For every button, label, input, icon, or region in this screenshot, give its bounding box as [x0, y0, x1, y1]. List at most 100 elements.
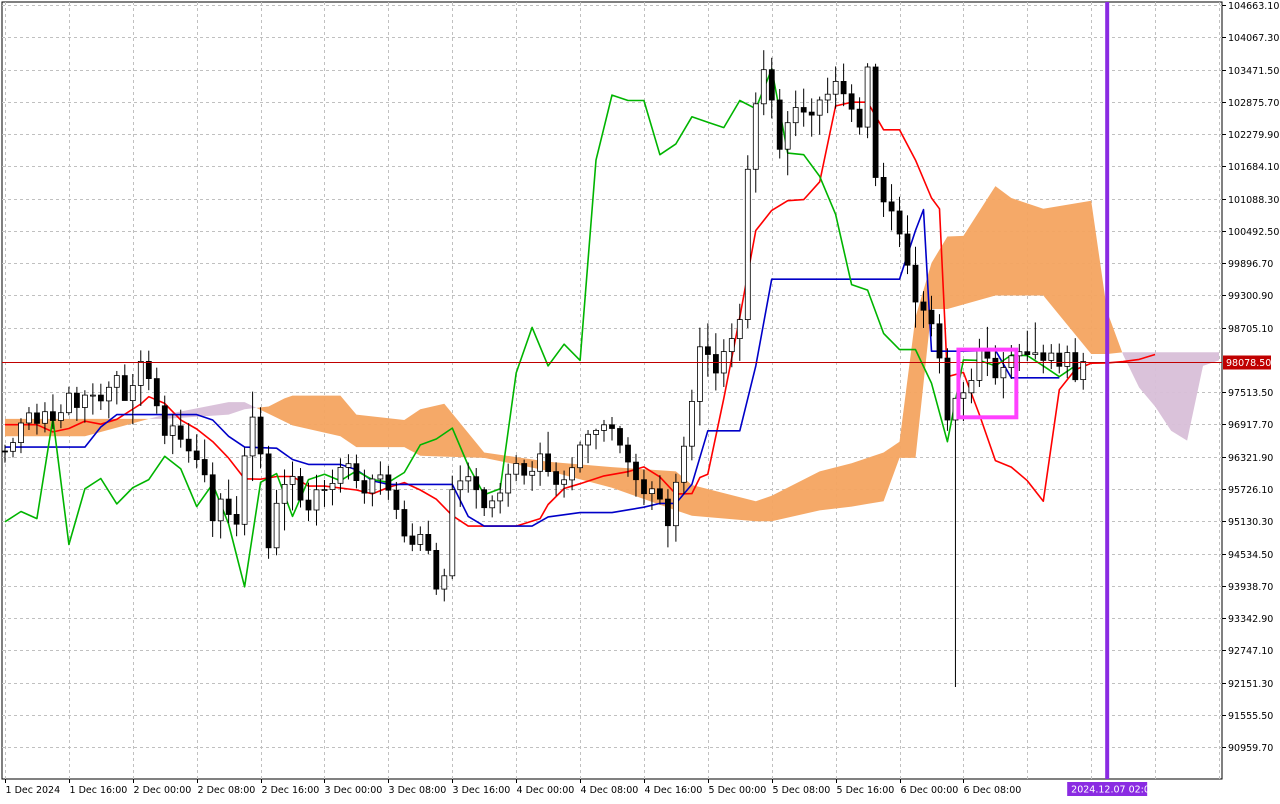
y-tick-label: 95726.10 — [1228, 485, 1273, 496]
candle-body — [976, 350, 983, 381]
candle-body — [305, 499, 312, 511]
x-tick-label: 4 Dec 00:00 — [517, 785, 575, 796]
candle-body — [617, 428, 623, 446]
y-tick-label: 93342.90 — [1228, 614, 1273, 625]
candle-body — [169, 425, 176, 436]
candle-body — [752, 103, 759, 170]
candle-body — [58, 412, 64, 421]
candle-body — [920, 301, 927, 311]
candle-body — [489, 500, 496, 509]
candle-body — [1056, 352, 1063, 367]
y-tick-label: 93938.70 — [1228, 582, 1273, 593]
candle-body — [153, 378, 160, 407]
candle-body — [944, 357, 951, 421]
candle-body — [856, 108, 863, 128]
candle-body — [121, 375, 128, 401]
candle-body — [657, 488, 663, 500]
candle-body — [784, 122, 791, 150]
y-tick-label: 96321.90 — [1228, 453, 1273, 464]
candle-body — [505, 473, 512, 494]
candle-body — [145, 360, 152, 379]
candle-body — [265, 453, 272, 549]
x-tick-label: 5 Dec 16:00 — [837, 785, 895, 796]
candle-body — [18, 422, 24, 444]
candle-body — [1000, 367, 1007, 379]
candle-body — [928, 309, 935, 325]
candle-body — [848, 93, 855, 110]
candle-body — [896, 210, 903, 235]
candle-body — [968, 380, 975, 394]
candle-body — [545, 453, 551, 472]
candle-body — [832, 81, 839, 95]
chart-svg: 98078.50 2024.12.07 02:00 104663.10 104067… — [0, 0, 1280, 800]
candle-body — [625, 444, 631, 463]
candle-body — [760, 69, 767, 105]
y-tick-label: 92151.30 — [1228, 679, 1273, 690]
candle-body — [273, 502, 280, 549]
x-tick-label: 4 Dec 16:00 — [645, 785, 703, 796]
candle-body — [241, 455, 248, 525]
candle-body — [90, 394, 96, 397]
y-tick-label: 104663.10 — [1228, 1, 1279, 12]
x-tick-label: 6 Dec 00:00 — [901, 785, 959, 796]
candle-body — [984, 350, 991, 359]
candle-body — [321, 489, 328, 492]
y-tick-label: 102875.70 — [1228, 98, 1279, 109]
x-tick-label: 2 Dec 08:00 — [198, 785, 256, 796]
candle-body — [385, 474, 392, 491]
candle-body — [42, 411, 48, 424]
candle-body — [66, 392, 72, 414]
candle-body — [713, 354, 719, 374]
x-tick-label: 2 Dec 16:00 — [262, 785, 320, 796]
candle-body — [10, 442, 16, 452]
candle-body — [329, 482, 336, 490]
y-tick-label: 92747.10 — [1228, 646, 1273, 657]
candle-body — [888, 201, 895, 212]
candle-body — [992, 357, 999, 379]
candle-body — [792, 107, 799, 124]
candle-body — [904, 233, 911, 266]
candle-body — [728, 338, 735, 353]
candle-body — [193, 450, 200, 461]
candle-body — [585, 433, 591, 446]
candle-body — [649, 488, 655, 494]
candle-body — [98, 394, 104, 402]
candle-body — [497, 492, 504, 502]
candle-body — [337, 466, 344, 484]
candle-body — [441, 575, 448, 590]
candle-body — [201, 459, 208, 476]
candle-body — [177, 425, 184, 440]
candle-body — [816, 99, 823, 116]
candle-body — [808, 111, 815, 116]
y-tick-label: 101684.10 — [1228, 162, 1279, 173]
candle-body — [665, 498, 671, 527]
candle-body — [561, 479, 567, 485]
x-tick-label: 3 Dec 00:00 — [325, 785, 383, 796]
candle-body — [641, 479, 647, 495]
candle-body — [129, 385, 136, 402]
candle-body — [417, 534, 424, 545]
candle-body — [768, 69, 775, 101]
candle-body — [569, 467, 575, 481]
y-tick-label: 99896.70 — [1228, 259, 1273, 270]
candle-body — [425, 534, 432, 551]
candle-body — [681, 445, 687, 483]
y-tick-label: 96917.70 — [1228, 420, 1273, 431]
candle-body — [1080, 361, 1087, 381]
candle-body — [1008, 355, 1015, 368]
candle-body — [249, 416, 256, 457]
candle-body — [481, 489, 488, 509]
candle-body — [593, 429, 599, 435]
candle-body — [673, 481, 679, 527]
candle-body — [537, 453, 543, 472]
candle-body — [50, 411, 56, 421]
x-tick-label: 5 Dec 00:00 — [709, 785, 767, 796]
x-tick-label: 3 Dec 08:00 — [389, 785, 447, 796]
candle-body — [465, 476, 472, 482]
y-tick-label: 99300.90 — [1228, 291, 1273, 302]
candle-body — [225, 498, 232, 515]
candle-body — [401, 509, 408, 537]
candle-body — [257, 416, 264, 455]
candle-body — [369, 478, 376, 494]
candle-body — [377, 474, 384, 480]
